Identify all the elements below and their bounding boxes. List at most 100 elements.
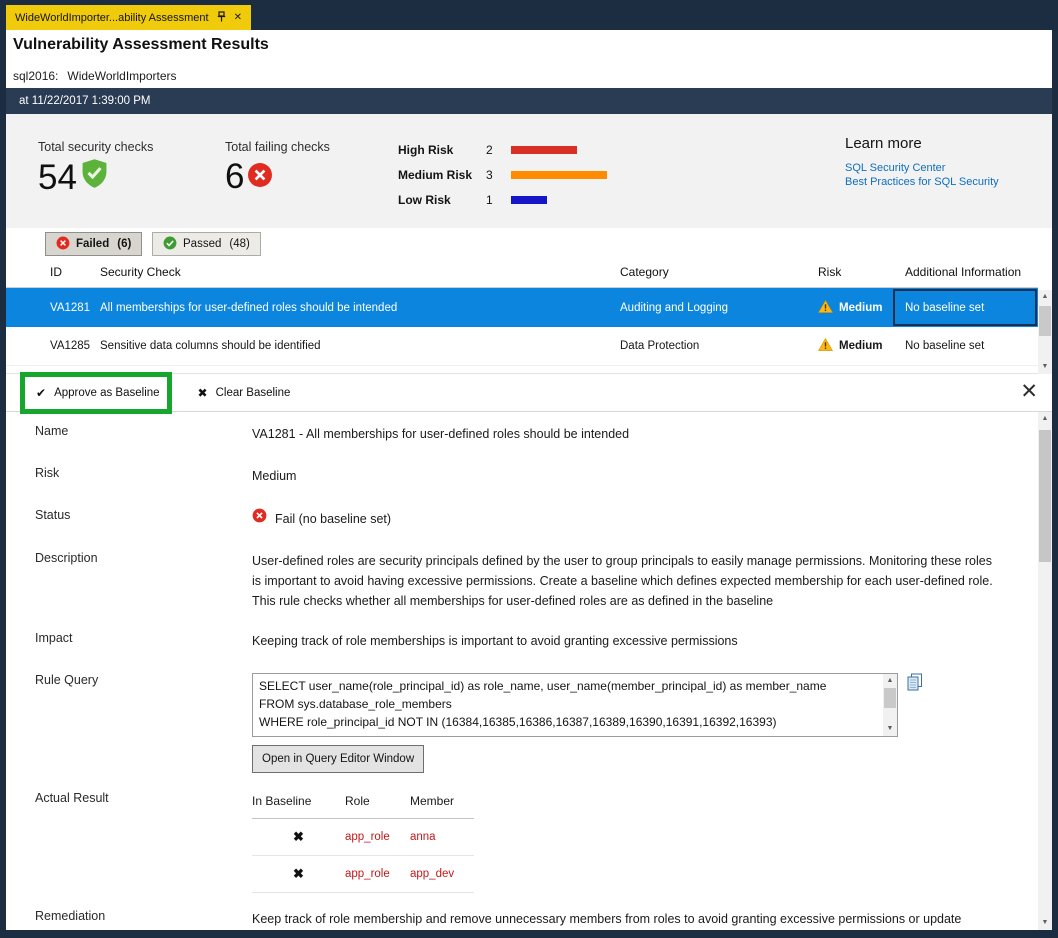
document-tab[interactable]: WideWorldImporter...ability Assessment ✕ (6, 5, 251, 30)
details-scrollbar[interactable]: ▲ ▼ (1038, 412, 1052, 930)
grid-scroll-down-icon[interactable]: ▼ (1038, 360, 1052, 374)
document-tab-bar: WideWorldImporter...ability Assessment ✕ (0, 0, 1058, 30)
medium-risk-row: Medium Risk 3 (398, 162, 607, 187)
cell-category: Data Protection (620, 340, 699, 352)
cell-info: No baseline set (905, 340, 984, 352)
clear-label: Clear Baseline (216, 387, 291, 399)
result-table-header: In Baseline Role Member (252, 791, 474, 819)
query-scroll-down-icon[interactable]: ▼ (883, 722, 897, 736)
passed-icon (163, 236, 177, 253)
high-risk-bar (511, 146, 577, 154)
details-pane: Name VA1281 - All memberships for user-d… (6, 412, 1038, 930)
risk-value: Medium (252, 466, 1004, 486)
rule-query-box[interactable]: SELECT user_name(role_principal_id) as r… (252, 673, 898, 737)
copy-query-icon[interactable] (907, 673, 923, 697)
details-scroll-up-icon[interactable]: ▲ (1038, 412, 1052, 426)
learn-more-section: Learn more SQL Security Center Best Prac… (845, 135, 999, 188)
link-best-practices[interactable]: Best Practices for SQL Security (845, 176, 999, 188)
query-line: WHERE role_principal_id NOT IN (16384,16… (259, 713, 877, 731)
query-scroll-thumb[interactable] (884, 688, 896, 708)
result-member: anna (410, 827, 474, 847)
query-scroll-up-icon[interactable]: ▲ (883, 674, 897, 688)
shield-check-icon (80, 158, 109, 194)
warning-icon (818, 338, 833, 354)
tab-failed-count: (6) (117, 238, 131, 250)
high-risk-row: High Risk 2 (398, 137, 607, 162)
failing-checks-value: 6 (225, 158, 244, 196)
details-scroll-thumb[interactable] (1039, 430, 1051, 562)
risk-row: Risk Medium (6, 466, 1038, 486)
rule-query-label: Rule Query (35, 673, 252, 773)
tab-passed[interactable]: Passed (48) (152, 232, 261, 256)
name-row: Name VA1281 - All memberships for user-d… (6, 424, 1038, 444)
remediation-row: Remediation Keep track of role membershi… (6, 909, 1038, 930)
result-row: ✖ app_role anna (252, 819, 474, 856)
cell-check: Sensitive data columns should be identif… (100, 340, 321, 352)
name-label: Name (35, 424, 252, 444)
summary-panel: Total security checks 54 Total failing c… (6, 114, 1052, 228)
tab-passed-label: Passed (183, 238, 221, 250)
grid-header: ID Security Check Category Risk Addition… (6, 256, 1038, 288)
baseline-toolbar: ✔ Approve as Baseline ✖ Clear Baseline ✕ (6, 374, 1052, 412)
not-in-baseline-icon: ✖ (252, 827, 345, 847)
database-name: WideWorldImporters (67, 69, 176, 83)
column-security-check[interactable]: Security Check (100, 265, 181, 279)
learn-more-title: Learn more (845, 135, 999, 152)
rule-query-row: Rule Query SELECT user_name(role_princip… (6, 673, 1038, 773)
server-name: sql2016: (13, 69, 58, 83)
remediation-value: Keep track of role membership and remove… (252, 909, 1004, 930)
low-risk-label: Low Risk (398, 193, 486, 207)
close-details-icon[interactable]: ✕ (1020, 379, 1038, 404)
tab-failed[interactable]: Failed (6) (45, 232, 142, 256)
failed-icon (56, 236, 70, 253)
cell-risk: Medium (818, 338, 882, 354)
grid-scroll-up-icon[interactable]: ▲ (1038, 290, 1052, 304)
col-in-baseline: In Baseline (252, 791, 345, 811)
total-checks-label: Total security checks (38, 140, 153, 154)
medium-risk-label: Medium Risk (398, 168, 486, 182)
result-row: ✖ app_role app_dev (252, 856, 474, 893)
result-role: app_role (345, 827, 410, 847)
query-scrollbar[interactable]: ▲ ▼ (883, 674, 897, 736)
grid-row-va1281[interactable]: VA1281 All memberships for user-defined … (6, 288, 1038, 327)
column-id[interactable]: ID (50, 265, 62, 279)
grid-scrollbar[interactable]: ▲ ▼ (1038, 290, 1052, 374)
cell-category: Auditing and Logging (620, 302, 728, 314)
grid-scroll-thumb[interactable] (1039, 306, 1051, 336)
open-query-editor-button[interactable]: Open in Query Editor Window (252, 745, 424, 773)
results-grid: ID Security Check Category Risk Addition… (6, 256, 1052, 374)
medium-risk-bar (511, 171, 607, 179)
scan-timestamp: at 11/22/2017 1:39:00 PM (6, 88, 1052, 114)
column-category[interactable]: Category (620, 265, 669, 279)
clear-baseline-button[interactable]: ✖ Clear Baseline (198, 386, 291, 400)
info-cell-focus-box (893, 289, 1037, 326)
page-title: Vulnerability Assessment Results (13, 36, 269, 54)
failing-checks-stat: Total failing checks 6 (225, 140, 330, 196)
cell-check: All memberships for user-defined roles s… (100, 302, 397, 314)
approve-as-baseline-button[interactable]: ✔ Approve as Baseline (36, 386, 160, 400)
pin-icon[interactable] (217, 11, 226, 25)
risk-text: Medium (839, 302, 882, 314)
cell-id: VA1281 (50, 302, 90, 314)
low-risk-count: 1 (486, 193, 511, 207)
status-fail-icon (252, 508, 267, 529)
status-row: Status Fail (no baseline set) (6, 508, 1038, 529)
column-risk[interactable]: Risk (818, 265, 841, 279)
cell-risk: Medium (818, 300, 882, 316)
medium-risk-count: 3 (486, 168, 511, 182)
result-member: app_dev (410, 864, 474, 884)
impact-value: Keeping track of role memberships is imp… (252, 631, 1004, 651)
cell-id: VA1285 (50, 340, 90, 352)
warning-icon (818, 300, 833, 316)
column-additional-info[interactable]: Additional Information (905, 265, 1021, 279)
impact-row: Impact Keeping track of role memberships… (6, 631, 1038, 651)
x-icon: ✖ (198, 386, 208, 400)
grid-row-va1285[interactable]: VA1285 Sensitive data columns should be … (6, 327, 1038, 366)
description-value: User-defined roles are security principa… (252, 551, 1004, 611)
details-scroll-down-icon[interactable]: ▼ (1038, 916, 1052, 930)
tab-close-icon[interactable]: ✕ (234, 12, 242, 23)
check-icon: ✔ (36, 386, 46, 400)
link-sql-security-center[interactable]: SQL Security Center (845, 162, 999, 174)
query-line: SELECT user_name(role_principal_id) as r… (259, 677, 877, 695)
failing-checks-label: Total failing checks (225, 140, 330, 154)
